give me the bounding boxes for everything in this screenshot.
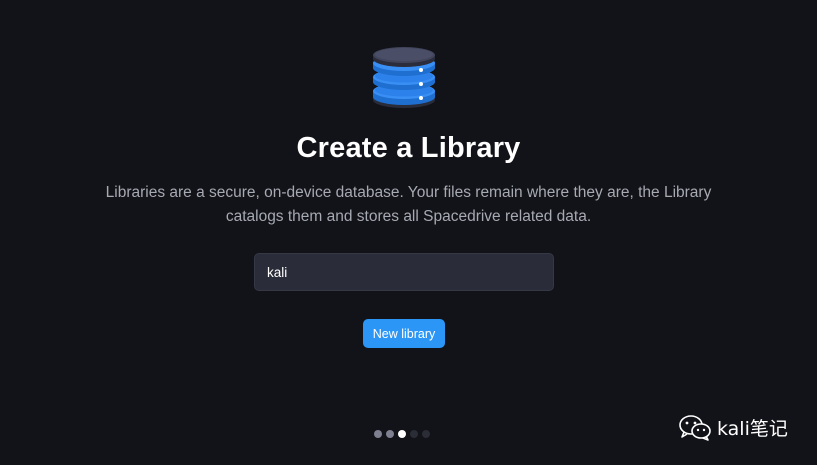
page-title: Create a Library <box>296 132 521 164</box>
onboarding-page: Create a Library Libraries are a secure,… <box>0 0 817 465</box>
watermark-text: kali笔记 <box>717 418 788 440</box>
step-dot-current <box>398 430 406 438</box>
step-dot <box>410 430 418 438</box>
new-library-button[interactable]: New library <box>363 319 445 348</box>
database-icon <box>373 47 435 108</box>
library-name-input[interactable] <box>254 253 554 291</box>
step-dot <box>386 430 394 438</box>
step-indicator <box>374 430 430 438</box>
page-description: Libraries are a secure, on-device databa… <box>105 184 712 225</box>
step-dot <box>422 430 430 438</box>
step-dot <box>374 430 382 438</box>
wechat-icon <box>679 414 711 441</box>
watermark: kali笔记 <box>679 414 788 441</box>
